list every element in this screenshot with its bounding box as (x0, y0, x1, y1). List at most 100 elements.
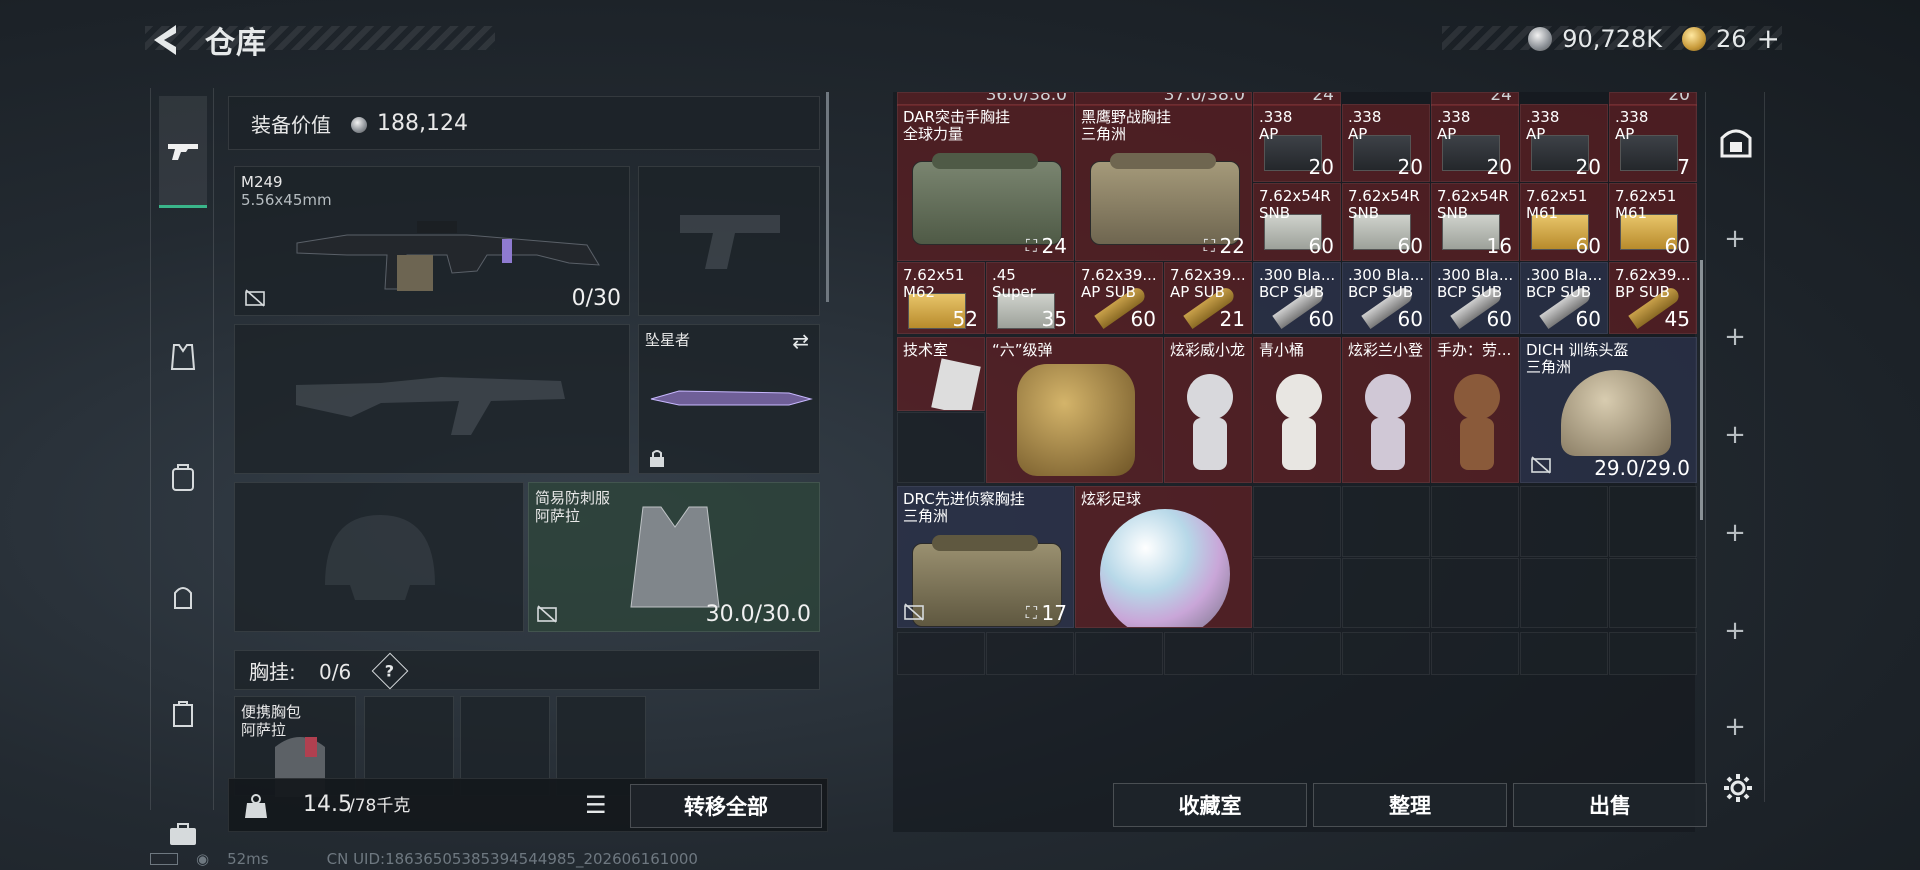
stash-item-ammo-338[interactable]: .338 AP 20 (1342, 103, 1430, 182)
armor-slot[interactable]: 简易防刺服 阿萨拉 30.0/30.0 (528, 482, 820, 632)
stash-empty-cell[interactable] (1253, 486, 1341, 557)
item-sub: AP SUB (1170, 283, 1225, 301)
stash-item-ammo-338[interactable]: .338 AP 20 (1253, 103, 1341, 182)
stash-item-ammo-300blk[interactable]: .300 Bla... BCP SUB 60 (1253, 262, 1341, 335)
stash-empty-cell[interactable] (1520, 631, 1608, 675)
equipment-scrollbar[interactable] (826, 92, 829, 302)
transfer-all-button[interactable]: 转移全部 (630, 784, 822, 828)
item-count: 20 (1575, 154, 1601, 179)
swap-icon[interactable]: ⇄ (792, 329, 809, 353)
stash-item-dich-helmet[interactable]: DICH 训练头盔 三角洲 29.0/29.0 (1520, 336, 1697, 483)
stash-item-ammo-300blk[interactable]: .300 Bla... BCP SUB 60 (1342, 262, 1430, 335)
stash-item-ammo-338[interactable]: .338 AP 7 (1609, 103, 1697, 182)
stash-item-blackhawk-chest-rig[interactable]: ⛶ 黑鹰野战胸挂 三角洲 22 (1075, 103, 1252, 261)
stash-item-ammo-762x54r[interactable]: 7.62x54R SNB 60 (1253, 182, 1341, 261)
item-name: 青小桶 (1259, 340, 1305, 359)
stash-empty-cell[interactable] (1342, 631, 1430, 675)
add-stash-tab-icon[interactable]: + (1706, 616, 1764, 646)
item-name: 7.62x39... (1081, 266, 1157, 284)
stash-empty-cell[interactable] (1431, 486, 1519, 557)
left-nav (150, 88, 214, 845)
stash-empty-cell[interactable] (1609, 631, 1697, 675)
melee-slot[interactable]: 坠星者 ⇄ (638, 324, 820, 474)
stash-item-figure-bucket[interactable]: 青小桶 (1253, 336, 1341, 483)
stash-empty-cell[interactable] (1431, 631, 1519, 675)
stash-item-ammo-338[interactable]: .338 AP 20 (1431, 103, 1519, 182)
silver-amount: 90,728K (1562, 24, 1662, 53)
stash-item-color-football[interactable]: 炫彩足球 (1075, 486, 1252, 628)
stash-empty-cell[interactable] (1342, 486, 1430, 557)
add-stash-tab-icon[interactable]: + (1706, 322, 1764, 352)
sell-button[interactable]: 出售 (1513, 783, 1707, 827)
help-icon[interactable]: ? (371, 652, 409, 690)
stash-item-ammo-762x51[interactable]: 7.62x51 M62 52 (897, 262, 985, 335)
list-icon[interactable]: ☰ (585, 793, 607, 817)
settings-gear-icon[interactable] (1722, 772, 1754, 804)
stash-item-ammo-762x39[interactable]: 7.62x39... AP SUB 21 (1164, 262, 1252, 335)
gold-amount: 26 (1715, 24, 1747, 53)
collection-room-button[interactable]: 收藏室 (1113, 783, 1307, 827)
stash-item-ammo-762x54r[interactable]: 7.62x54R SNB 60 (1342, 182, 1430, 261)
stash-item-ammo-300blk[interactable]: .300 Bla... BCP SUB 60 (1520, 262, 1608, 335)
stash-item-ammo-762x54r[interactable]: 7.62x54R SNB 16 (1431, 182, 1519, 261)
add-stash-tab-icon[interactable]: + (1706, 224, 1764, 254)
stash-item-tech-room[interactable]: 技术室 (897, 336, 985, 411)
add-currency-icon[interactable]: + (1757, 22, 1780, 55)
weight-icon (245, 794, 267, 818)
stash-empty-cell[interactable] (1253, 557, 1341, 628)
stash-empty-cell[interactable] (1520, 486, 1608, 557)
stash-empty-cell[interactable] (1253, 631, 1341, 675)
stash-empty-cell[interactable] (986, 631, 1074, 675)
item-name: .338 (1437, 107, 1471, 126)
stash-item-dar-chest-rig[interactable]: ⛶ DAR突击手胸挂 全球力量 24 (897, 103, 1074, 261)
stash-item-ammo-762x51[interactable]: 7.62x51 M61 60 (1609, 182, 1697, 261)
item-name: 7.62x51 (1615, 186, 1677, 205)
stash-item-ammo-300blk[interactable]: .300 Bla... BCP SUB 60 (1431, 262, 1519, 335)
pistol-slot[interactable] (638, 166, 820, 316)
item-count: 22 (1219, 233, 1245, 258)
primary-weapon-slot[interactable]: M249 5.56x45mm 0/30 (234, 166, 630, 316)
stash-item-level6-ammo[interactable]: “六”级弹 (986, 336, 1163, 483)
silver-coin-icon (1528, 26, 1553, 51)
nav-case[interactable] (159, 690, 207, 738)
add-stash-tab-icon[interactable]: + (1706, 420, 1764, 450)
stash-item-ammo-762x51[interactable]: 7.62x51 M61 60 (1520, 182, 1608, 261)
stash-empty-cell[interactable] (1520, 557, 1608, 628)
add-stash-tab-icon[interactable]: + (1706, 518, 1764, 548)
item-sub: M62 (903, 283, 936, 301)
item-name: .300 Bla... (1259, 266, 1336, 284)
stash-empty-cell[interactable] (1342, 557, 1430, 628)
stash-item-ammo-338[interactable]: .338 AP 20 (1520, 103, 1608, 182)
nav-pouch[interactable] (159, 573, 207, 621)
stash-item-ammo-45[interactable]: .45 Super 35 (986, 262, 1074, 335)
stash-empty-cell[interactable] (1609, 486, 1697, 557)
stash-item-figure-croft[interactable]: 手办：劳... (1431, 336, 1519, 483)
nav-backpack[interactable] (159, 453, 207, 501)
stash-empty-cell[interactable] (897, 411, 985, 483)
organize-button[interactable]: 整理 (1313, 783, 1507, 827)
stash-empty-cell[interactable] (1609, 557, 1697, 628)
stash-item-ammo-762x39[interactable]: 7.62x39... AP SUB 60 (1075, 262, 1163, 335)
back-arrow-icon[interactable] (148, 22, 186, 58)
stash-empty-cell[interactable] (1075, 631, 1163, 675)
stash-item-drc-chest-rig[interactable]: ⛶ DRC先进侦察胸挂 三角洲 17 (897, 486, 1074, 628)
stash-item-ammo-762x39[interactable]: 7.62x39... BP SUB 45 (1609, 262, 1697, 335)
helmet-slot[interactable] (234, 482, 524, 632)
item-name: 炫彩足球 (1081, 490, 1142, 509)
battery-icon (150, 853, 178, 865)
nav-weapons[interactable] (159, 96, 207, 208)
stash-empty-cell[interactable] (1164, 631, 1252, 675)
secondary-weapon-slot[interactable] (234, 324, 630, 474)
stash-empty-cell[interactable] (1431, 557, 1519, 628)
nav-vest[interactable] (159, 333, 207, 381)
add-stash-tab-icon[interactable]: + (1706, 712, 1764, 742)
item-count: 20 (1397, 154, 1423, 179)
stash-tab-icon[interactable] (1718, 124, 1754, 160)
stash-empty-cell[interactable] (897, 631, 985, 675)
stash-scrollbar[interactable] (1700, 260, 1703, 520)
right-nav: + + + + + + (1705, 92, 1765, 802)
item-count: 60 (1130, 307, 1156, 332)
stash-item-figure-dragon[interactable]: 炫彩威小龙 (1164, 336, 1252, 483)
item-name: .300 Bla... (1348, 266, 1425, 284)
stash-item-figure-mariachi[interactable]: 炫彩兰小登 (1342, 336, 1430, 483)
